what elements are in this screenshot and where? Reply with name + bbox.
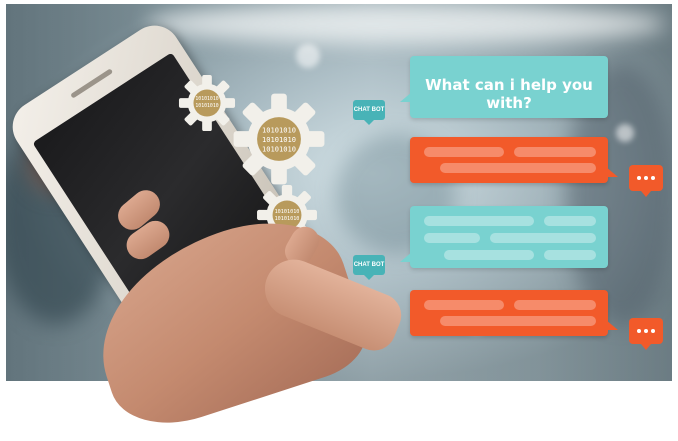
text-placeholder-line (424, 216, 534, 226)
svg-text:10101010: 10101010 (195, 96, 218, 102)
gear-icon: 10101010 10101010 10101010 (233, 93, 325, 185)
bubble-tail (606, 167, 618, 177)
text-placeholder-line (440, 316, 596, 326)
chat-bot-tag-label: CHAT BOT (353, 107, 385, 113)
text-placeholder-line (514, 300, 596, 310)
svg-text:10101010: 10101010 (262, 126, 296, 135)
chat-bot-tag-label: CHAT BOT (353, 262, 385, 268)
chat-bot-tag-icon: CHAT BOT (353, 100, 385, 125)
svg-text:10101010: 10101010 (275, 209, 300, 215)
text-placeholder-line (514, 147, 596, 157)
bokeh-light (616, 124, 634, 142)
text-placeholder-line (424, 300, 504, 310)
gear-icon: 10101010 10101010 (178, 74, 236, 132)
ceiling-light (146, 4, 666, 44)
bot-message-bubble (400, 206, 608, 268)
text-placeholder-line (544, 216, 596, 226)
user-message-bubble (410, 137, 618, 183)
text-placeholder-line (544, 250, 596, 260)
bot-message-text: What can i help you with? (425, 76, 593, 112)
text-placeholder-line (444, 250, 534, 260)
svg-text:10101010: 10101010 (195, 103, 218, 109)
user-message-bubble (410, 290, 618, 336)
text-placeholder-line (440, 163, 596, 173)
text-placeholder-line (424, 147, 504, 157)
bubble-tail (400, 252, 412, 262)
svg-text:10101010: 10101010 (262, 135, 296, 144)
svg-text:10101010: 10101010 (275, 216, 300, 222)
typing-dots-icon (629, 165, 663, 197)
bokeh-light (296, 44, 320, 68)
chat-bot-tag-icon: CHAT BOT (353, 255, 385, 280)
svg-text:10101010: 10101010 (262, 145, 296, 154)
typing-dots-icon (629, 318, 663, 350)
text-placeholder-line (490, 233, 596, 243)
bot-message-bubble: What can i help you with? (400, 56, 608, 118)
bubble-tail (606, 320, 618, 330)
text-placeholder-line (424, 233, 480, 243)
